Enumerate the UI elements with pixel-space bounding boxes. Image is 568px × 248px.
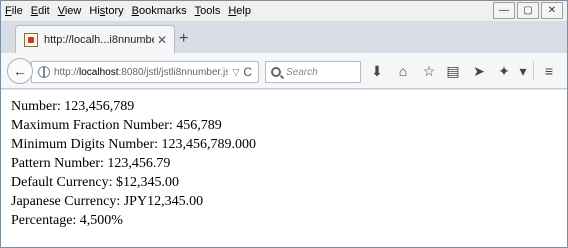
page-favicon-icon <box>24 32 38 47</box>
japanese-currency-line: Japanese Currency: JPY12,345.00 <box>11 194 204 209</box>
url-dropdown-icon[interactable]: ▽ <box>232 67 239 78</box>
menu-bar: File Edit View History Bookmarks Tools H… <box>1 1 567 21</box>
percentage-line: Percentage: 4,500% <box>11 213 123 228</box>
tab-strip: http://localh...i8nnumber.jsp ✕ + <box>1 21 567 53</box>
menu-tools[interactable]: Tools <box>195 5 221 17</box>
new-tab-button[interactable]: + <box>179 30 188 48</box>
menu-bookmarks[interactable]: Bookmarks <box>132 5 187 17</box>
search-placeholder: Search <box>286 66 318 78</box>
menu-history[interactable]: History <box>89 5 123 17</box>
page-content: Number: 123,456,789 Maximum Fraction Num… <box>1 90 567 247</box>
url-bar[interactable]: http://localhost:8080/jstl/jstli8nnumber… <box>31 61 259 83</box>
downloads-icon[interactable]: ⬇ <box>368 63 386 80</box>
close-window-button[interactable]: ✕ <box>541 2 563 19</box>
max-fraction-line: Maximum Fraction Number: 456,789 <box>11 118 222 133</box>
window-controls: — ▢ ✕ <box>493 2 563 19</box>
minimize-button[interactable]: — <box>493 2 515 19</box>
pattern-number-line: Pattern Number: 123,456.79 <box>11 156 171 171</box>
tab-title: http://localh...i8nnumber.jsp <box>44 33 154 46</box>
extension-dropdown-icon[interactable]: ▾ <box>514 63 532 80</box>
default-currency-line: Default Currency: $12,345.00 <box>11 175 179 190</box>
bookmark-star-icon[interactable]: ☆ <box>420 63 438 80</box>
tab-active[interactable]: http://localh...i8nnumber.jsp ✕ <box>15 25 175 53</box>
search-icon <box>271 67 281 77</box>
search-input[interactable]: Search <box>265 61 361 83</box>
tab-close-icon[interactable]: ✕ <box>154 33 170 47</box>
browser-window: File Edit View History Bookmarks Tools H… <box>0 0 568 248</box>
reading-list-icon[interactable]: ▤ <box>444 63 462 80</box>
maximize-button[interactable]: ▢ <box>517 2 539 19</box>
menu-hamburger-icon[interactable]: ≡ <box>540 63 558 79</box>
toolbar-separator <box>533 61 534 81</box>
send-icon[interactable]: ➤ <box>470 63 488 80</box>
reload-icon[interactable]: C <box>243 65 252 79</box>
extension-icon[interactable]: ✦ <box>495 63 513 80</box>
back-arrow-icon: ← <box>13 63 27 79</box>
home-icon[interactable]: ⌂ <box>394 63 412 79</box>
back-button[interactable]: ← <box>7 58 33 84</box>
url-text[interactable]: http://localhost:8080/jstl/jstli8nnumber… <box>54 67 228 78</box>
menu-file[interactable]: File <box>5 5 23 17</box>
site-info-icon[interactable] <box>38 66 50 78</box>
menu-edit[interactable]: Edit <box>31 5 50 17</box>
min-digits-line: Minimum Digits Number: 123,456,789.000 <box>11 137 256 152</box>
menu-view[interactable]: View <box>58 5 82 17</box>
number-line: Number: 123,456,789 <box>11 99 135 114</box>
navigation-bar: http://localhost:8080/jstl/jstli8nnumber… <box>1 53 567 89</box>
menu-help[interactable]: Help <box>228 5 251 17</box>
